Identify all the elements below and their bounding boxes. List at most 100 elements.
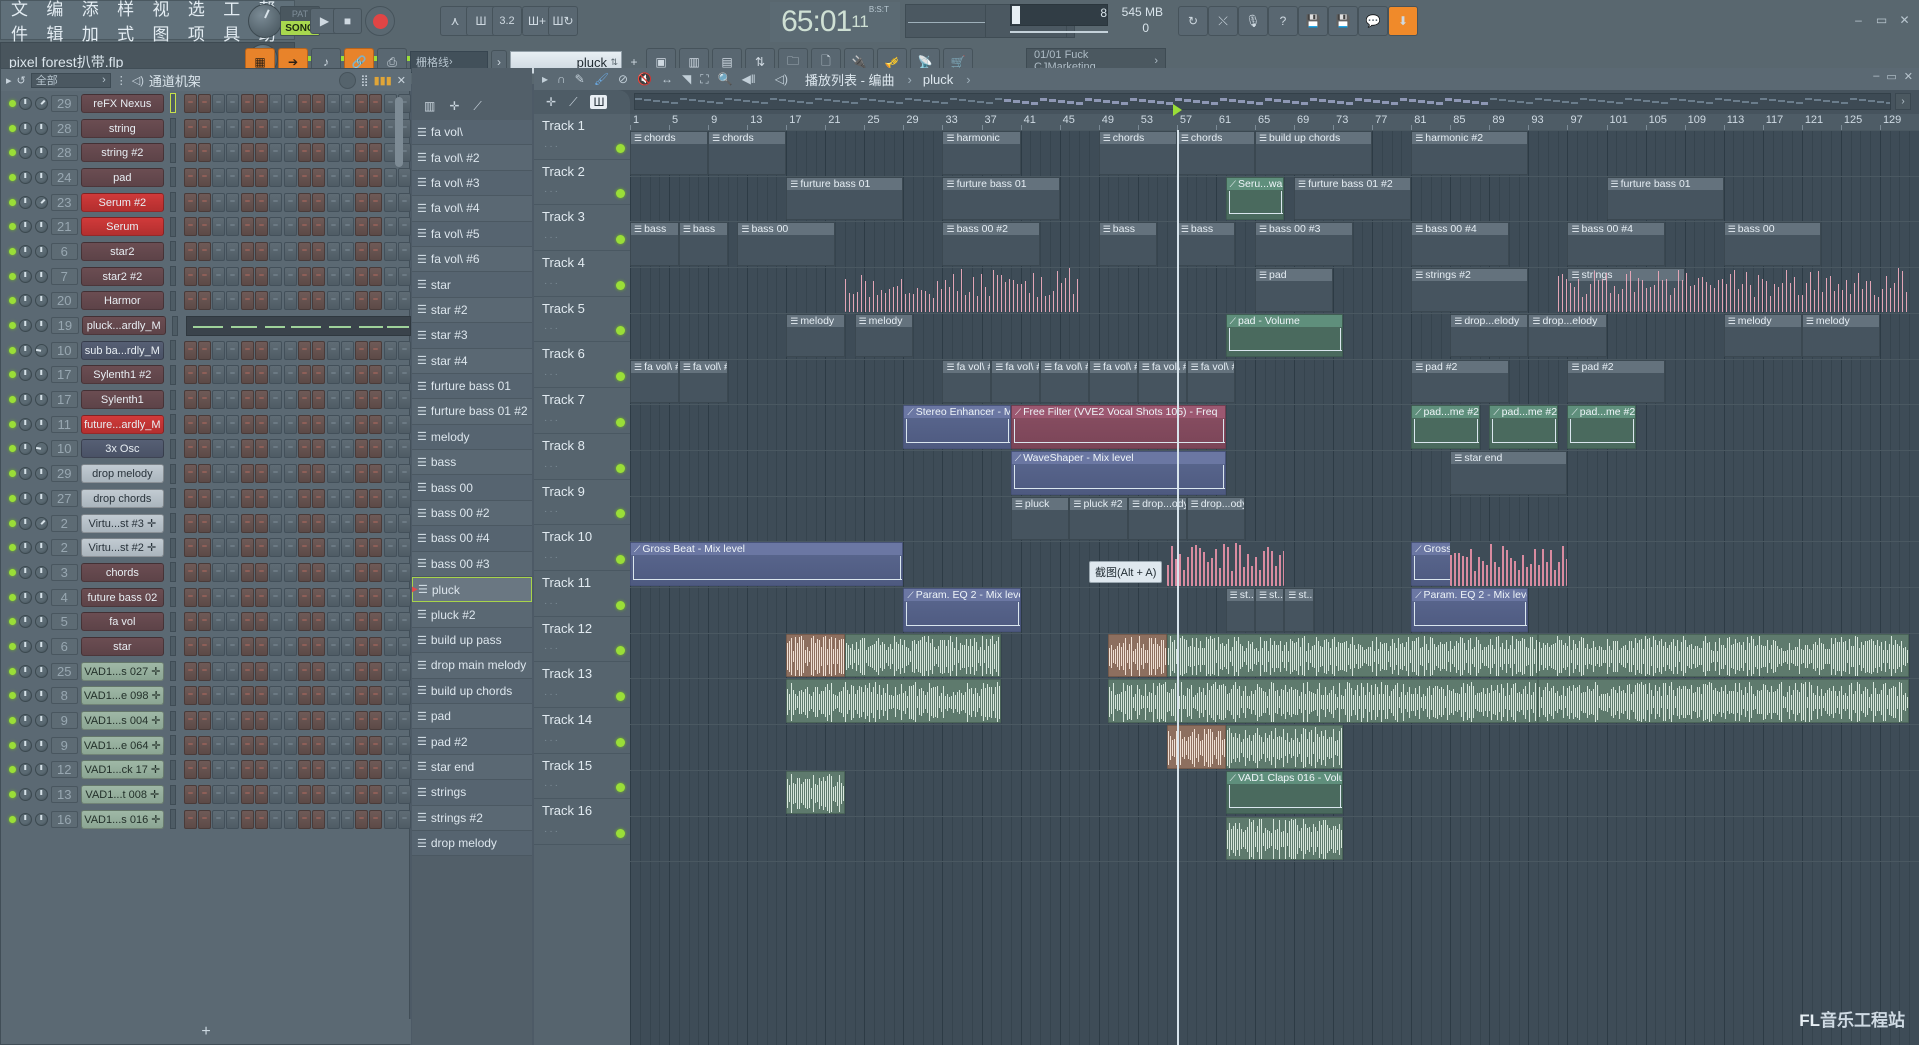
step-button[interactable] [297,612,311,632]
step-button[interactable] [383,365,397,385]
step-sequencer-row[interactable] [183,636,411,656]
step-button[interactable] [355,636,369,656]
channel-enable-led[interactable] [9,741,16,749]
pattern-list-item[interactable]: ☰ bass 00 [412,475,532,501]
step-button[interactable] [269,118,283,138]
step-button[interactable] [383,809,397,829]
step-button[interactable] [326,365,340,385]
channel-enable-led[interactable] [9,494,16,502]
step-button[interactable] [340,439,354,459]
step-sequencer-row[interactable] [183,143,411,163]
step-button[interactable] [398,192,411,212]
step-button[interactable] [340,93,354,113]
channel-row[interactable]: 19 pluck...ardly_M [1,313,411,338]
step-button[interactable] [312,217,326,237]
step-button[interactable] [340,365,354,385]
step-button[interactable] [312,513,326,533]
channel-selector[interactable] [169,118,176,139]
channel-enable-led[interactable] [9,396,16,404]
channel-selector[interactable] [169,192,176,213]
channel-mixer-track[interactable]: 17 [50,391,79,409]
automation-point[interactable] [1281,190,1283,214]
automation-point[interactable] [1013,464,1015,488]
audio-clip[interactable] [786,770,845,815]
master-pitch-knob[interactable] [248,4,282,38]
step-button[interactable] [212,612,226,632]
step-button[interactable] [383,785,397,805]
menu-item-view[interactable]: 视图 [153,0,178,45]
step-button[interactable] [269,167,283,187]
playlist-clip[interactable]: ☰fa vol\ #6 [1186,359,1236,404]
step-button[interactable] [255,241,269,261]
channel-enable-led[interactable] [9,642,16,650]
step-button[interactable] [183,562,197,582]
step-button[interactable] [255,760,269,780]
step-button[interactable] [312,612,326,632]
step-button[interactable] [355,390,369,410]
channel-mixer-track[interactable]: 17 [50,366,79,384]
step-button[interactable] [255,636,269,656]
channel-enable-led[interactable] [9,470,16,478]
pattern-list-item[interactable]: ☰ drop melody [412,830,532,857]
step-button[interactable] [297,661,311,681]
channel-selector[interactable] [169,93,176,114]
channel-mixer-track[interactable]: 7 [50,267,79,285]
step-button[interactable] [283,686,297,706]
step-sequencer-row[interactable] [183,785,411,805]
step-button[interactable] [240,686,254,706]
channel-name-button[interactable]: Sylenth1 [81,390,164,410]
step-button[interactable] [369,562,383,582]
step-button[interactable] [355,143,369,163]
piano-roll-icon[interactable]: Ш [590,95,608,109]
channel-selector[interactable] [169,290,176,311]
step-button[interactable] [212,785,226,805]
channel-enable-led[interactable] [9,568,16,576]
step-button[interactable] [283,414,297,434]
track-options-icon[interactable]: ··· [544,141,560,152]
automation-point[interactable] [1228,190,1230,214]
step-button[interactable] [369,513,383,533]
channel-selector[interactable] [169,463,176,484]
channel-selector[interactable] [169,266,176,287]
menu-item-options[interactable]: 选项 [188,0,213,45]
channel-mixer-track[interactable]: 9 [50,736,79,754]
channel-pan-knob[interactable] [18,516,32,530]
step-button[interactable] [283,513,297,533]
step-button[interactable] [398,661,411,681]
channel-volume-knob[interactable] [34,368,48,382]
step-button[interactable] [269,93,283,113]
step-sequencer-row[interactable] [183,266,411,286]
playlist-clip[interactable]: ☰ drop...ody [1186,496,1246,541]
playlist-time-ruler[interactable]: 1 5 9 13 17 21 25 29 33 37 41 45 49 53 57 61 65 69 73 77 81 8… [630,104,1919,130]
download-icon[interactable]: ⬇ [1388,6,1418,36]
step-button[interactable] [326,760,340,780]
hint-chevron-icon[interactable]: › [1154,55,1158,67]
step-button[interactable] [226,760,240,780]
channel-name-button[interactable]: VAD1...s 027 ✛ [81,661,164,681]
step-button[interactable] [212,809,226,829]
step-button[interactable] [369,612,383,632]
step-button[interactable] [340,686,354,706]
channel-name-button[interactable]: string [81,118,164,138]
step-button[interactable] [326,612,340,632]
channel-pan-knob[interactable] [18,615,32,629]
step-button[interactable] [297,587,311,607]
step-button[interactable] [383,414,397,434]
rack-close-icon[interactable]: ✕ [397,74,406,87]
automation-point[interactable] [900,556,902,579]
step-button[interactable] [255,143,269,163]
step-button[interactable] [340,291,354,311]
playlist-clip[interactable]: ☰ pluck #2 [1069,496,1128,541]
step-button[interactable] [255,711,269,731]
step-button[interactable] [212,340,226,360]
channel-row[interactable]: 4 future bass 02 [1,585,411,610]
step-button[interactable] [355,612,369,632]
playlist-clip[interactable]: ☰fa vol\ #2 [630,359,679,404]
step-button[interactable] [183,661,197,681]
step-button[interactable] [312,365,326,385]
step-button[interactable] [240,636,254,656]
step-button[interactable] [312,809,326,829]
channel-enable-led[interactable] [9,766,16,774]
step-button[interactable] [297,192,311,212]
channel-selector[interactable] [169,340,176,361]
